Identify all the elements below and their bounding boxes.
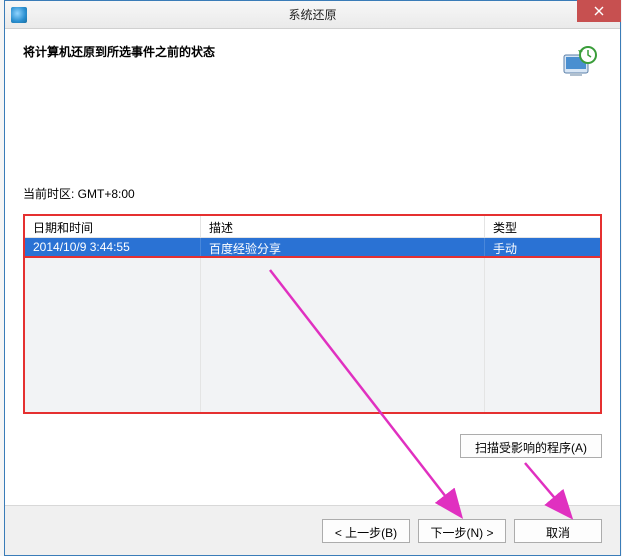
table-header: 日期和时间 描述 类型: [25, 216, 600, 238]
titlebar: 系统还原: [5, 1, 620, 29]
cell-date: 2014/10/9 3:44:55: [25, 238, 201, 256]
footer: < 上一步(B) 下一步(N) > 取消: [5, 505, 620, 555]
header-text: 将计算机还原到所选事件之前的状态: [23, 43, 602, 60]
scan-affected-button[interactable]: 扫描受影响的程序(A): [460, 434, 602, 458]
restore-icon: [558, 43, 598, 83]
timezone-label: 当前时区: GMT+8:00: [23, 185, 602, 202]
header-date[interactable]: 日期和时间: [25, 216, 201, 237]
header-type[interactable]: 类型: [485, 216, 600, 237]
header-area: 将计算机还原到所选事件之前的状态: [5, 29, 620, 85]
cancel-button[interactable]: 取消: [514, 519, 602, 543]
table-empty-area: [25, 258, 600, 412]
cell-desc: 百度经验分享: [201, 238, 485, 256]
back-button[interactable]: < 上一步(B): [322, 519, 410, 543]
system-restore-window: 系统还原 将计算机还原到所选事件之前的状态 当前时区: GMT+8:00: [4, 0, 621, 556]
header-desc[interactable]: 描述: [201, 216, 485, 237]
close-button[interactable]: [577, 0, 621, 22]
window-title: 系统还原: [288, 6, 336, 23]
app-icon: [11, 7, 27, 23]
content-area: 当前时区: GMT+8:00 日期和时间 描述 类型 2014/10/9 3:4…: [5, 185, 620, 458]
next-button[interactable]: 下一步(N) >: [418, 519, 506, 543]
cell-type: 手动: [485, 238, 600, 256]
restore-points-table: 日期和时间 描述 类型 2014/10/9 3:44:55 百度经验分享 手动: [23, 214, 602, 414]
close-icon: [594, 6, 604, 16]
table-row[interactable]: 2014/10/9 3:44:55 百度经验分享 手动: [25, 238, 600, 258]
